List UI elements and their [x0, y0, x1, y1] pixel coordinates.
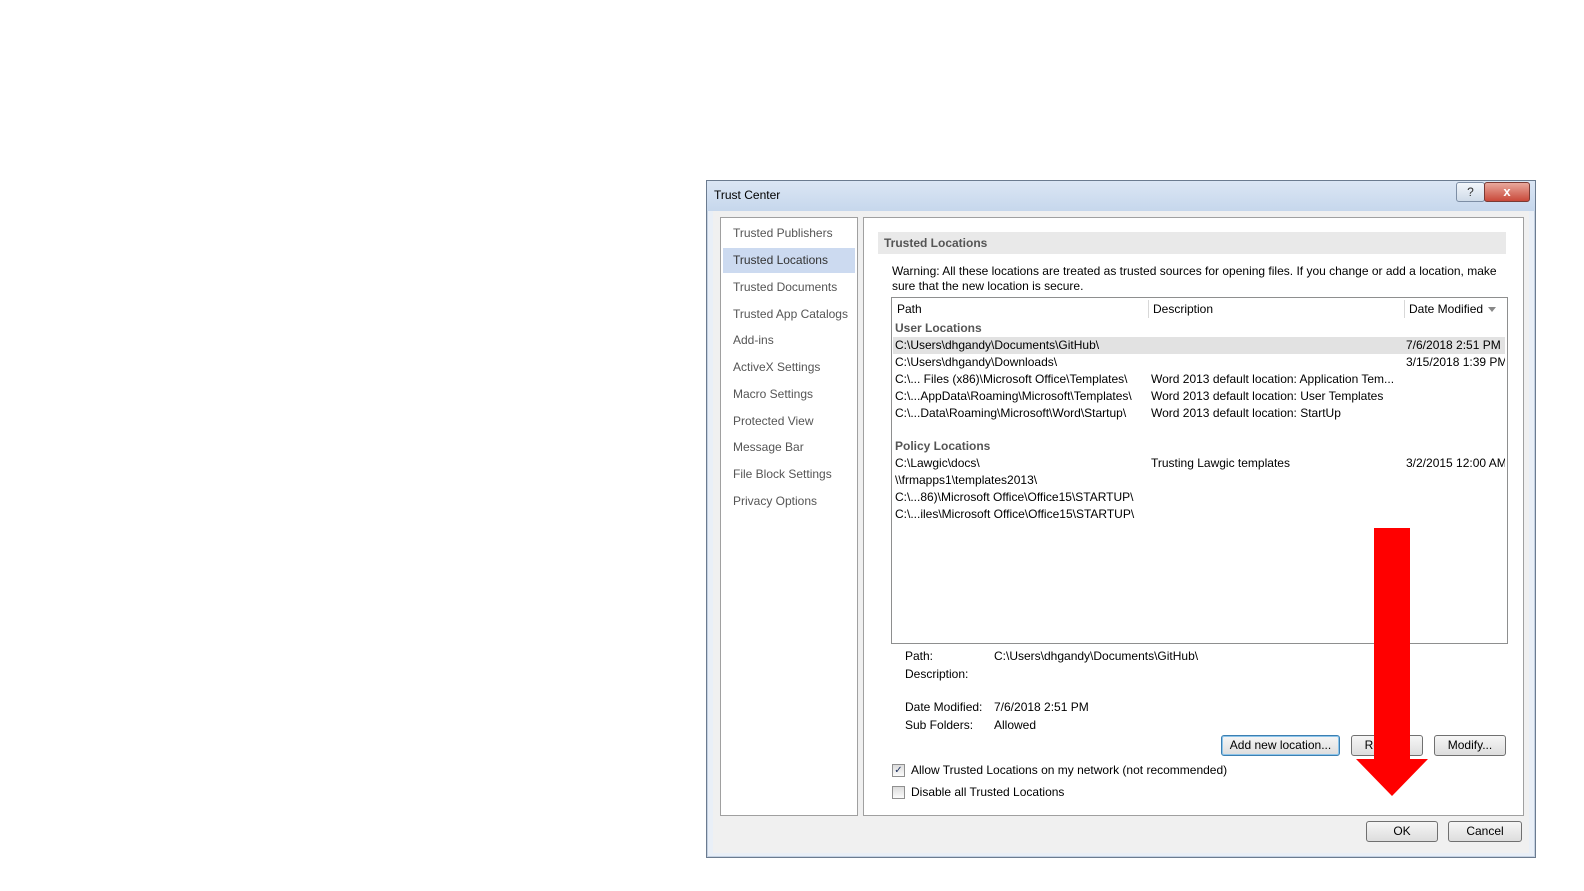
- row-date: 7/6/2018 2:51 PM: [1406, 338, 1501, 352]
- list-item[interactable]: C:\... Files (x86)\Microsoft Office\Temp…: [893, 371, 1505, 388]
- warning-text: Warning: All these locations are treated…: [892, 264, 1497, 293]
- sort-descending-icon: [1488, 307, 1497, 313]
- trust-center-dialog: Trust Center ? x Trusted Publishers Trus…: [706, 180, 1536, 858]
- list-item[interactable]: C:\Users\dhgandy\Documents\GitHub\ 7/6/2…: [893, 337, 1505, 354]
- row-path: C:\... Files (x86)\Microsoft Office\Temp…: [895, 372, 1128, 386]
- section-title: Trusted Locations: [878, 232, 1506, 254]
- detail-description-label: Description:: [905, 667, 969, 681]
- list-item[interactable]: C:\...86)\Microsoft Office\Office15\STAR…: [893, 489, 1505, 506]
- list-item[interactable]: \\frmapps1\templates2013\: [893, 472, 1505, 489]
- cancel-button[interactable]: Cancel: [1448, 821, 1522, 842]
- red-arrow-shaft: [1374, 528, 1410, 760]
- group-header-policy-locations: Policy Locations: [895, 439, 991, 453]
- row-path: \\frmapps1\templates2013\: [895, 473, 1038, 487]
- list-item[interactable]: C:\...iles\Microsoft Office\Office15\STA…: [893, 506, 1505, 523]
- nav-item-trusted-locations[interactable]: Trusted Locations: [723, 248, 855, 273]
- detail-path-label: Path:: [905, 649, 934, 663]
- modify-button[interactable]: Modify...: [1434, 735, 1506, 756]
- column-separator[interactable]: [1148, 300, 1149, 318]
- row-description: Word 2013 default location: StartUp: [1151, 406, 1341, 420]
- nav-item-trusted-documents[interactable]: Trusted Documents: [723, 275, 855, 300]
- red-arrow-down-icon: [1356, 759, 1428, 796]
- nav-item-privacy-options[interactable]: Privacy Options: [723, 489, 855, 514]
- row-path: C:\...Data\Roaming\Microsoft\Word\Startu…: [895, 406, 1127, 420]
- detail-date-label: Date Modified:: [905, 700, 983, 714]
- allow-network-label[interactable]: Allow Trusted Locations on my network (n…: [911, 763, 1227, 777]
- column-separator[interactable]: [1404, 300, 1405, 318]
- allow-network-checkbox[interactable]: ✓: [892, 764, 905, 777]
- row-date: 3/15/2018 1:39 PM: [1406, 355, 1505, 369]
- column-header-description[interactable]: Description: [1153, 298, 1213, 320]
- disable-all-checkbox[interactable]: [892, 786, 905, 799]
- row-path: C:\Users\dhgandy\Documents\GitHub\: [895, 338, 1100, 352]
- nav-item-protected-view[interactable]: Protected View: [723, 409, 855, 434]
- nav-item-message-bar[interactable]: Message Bar: [723, 435, 855, 460]
- row-description: Word 2013 default location: User Templat…: [1151, 389, 1384, 403]
- detail-subfolders-value: Allowed: [994, 718, 1037, 732]
- row-description: Trusting Lawgic templates: [1151, 456, 1290, 470]
- row-path: C:\...AppData\Roaming\Microsoft\Template…: [895, 389, 1132, 403]
- trusted-locations-panel: Trusted Locations Warning: All these loc…: [863, 217, 1524, 816]
- dialog-title: Trust Center: [714, 188, 781, 202]
- nav-item-trusted-publishers[interactable]: Trusted Publishers: [723, 221, 855, 246]
- ok-button[interactable]: OK: [1366, 821, 1438, 842]
- detail-path-value: C:\Users\dhgandy\Documents\GitHub\: [994, 649, 1199, 663]
- nav-item-add-ins[interactable]: Add-ins: [723, 328, 855, 353]
- nav-item-trusted-app-catalogs[interactable]: Trusted App Catalogs: [723, 302, 855, 327]
- category-nav: Trusted Publishers Trusted Locations Tru…: [720, 217, 858, 816]
- nav-item-activex-settings[interactable]: ActiveX Settings: [723, 355, 855, 380]
- list-item[interactable]: C:\...AppData\Roaming\Microsoft\Template…: [893, 388, 1505, 405]
- list-item[interactable]: C:\Lawgic\docs\ Trusting Lawgic template…: [893, 455, 1505, 472]
- help-button[interactable]: ?: [1456, 182, 1485, 202]
- detail-subfolders-label: Sub Folders:: [905, 718, 974, 732]
- title-bar: Trust Center ? x: [707, 181, 1535, 211]
- column-header-path[interactable]: Path: [897, 298, 922, 320]
- list-item[interactable]: C:\...Data\Roaming\Microsoft\Word\Startu…: [893, 405, 1505, 422]
- row-path: C:\Users\dhgandy\Downloads\: [895, 355, 1058, 369]
- nav-item-macro-settings[interactable]: Macro Settings: [723, 382, 855, 407]
- locations-list[interactable]: Path Description Date Modified User Loca…: [891, 297, 1508, 644]
- row-path: C:\Lawgic\docs\: [895, 456, 980, 470]
- close-button[interactable]: x: [1484, 182, 1530, 202]
- row-path: C:\...86)\Microsoft Office\Office15\STAR…: [895, 490, 1134, 504]
- detail-date-value: 7/6/2018 2:51 PM: [994, 700, 1089, 714]
- row-description: Word 2013 default location: Application …: [1151, 372, 1395, 386]
- disable-all-label[interactable]: Disable all Trusted Locations: [911, 785, 1064, 799]
- column-header-date-label: Date Modified: [1409, 302, 1484, 316]
- nav-item-file-block-settings[interactable]: File Block Settings: [723, 462, 855, 487]
- group-header-user-locations: User Locations: [895, 321, 982, 335]
- add-new-location-button[interactable]: Add new location...: [1221, 735, 1340, 756]
- row-date: 3/2/2015 12:00 AM: [1406, 456, 1505, 470]
- list-item[interactable]: C:\Users\dhgandy\Downloads\ 3/15/2018 1:…: [893, 354, 1505, 371]
- row-path: C:\...iles\Microsoft Office\Office15\STA…: [895, 507, 1135, 521]
- column-header-date-modified[interactable]: Date Modified: [1409, 298, 1497, 320]
